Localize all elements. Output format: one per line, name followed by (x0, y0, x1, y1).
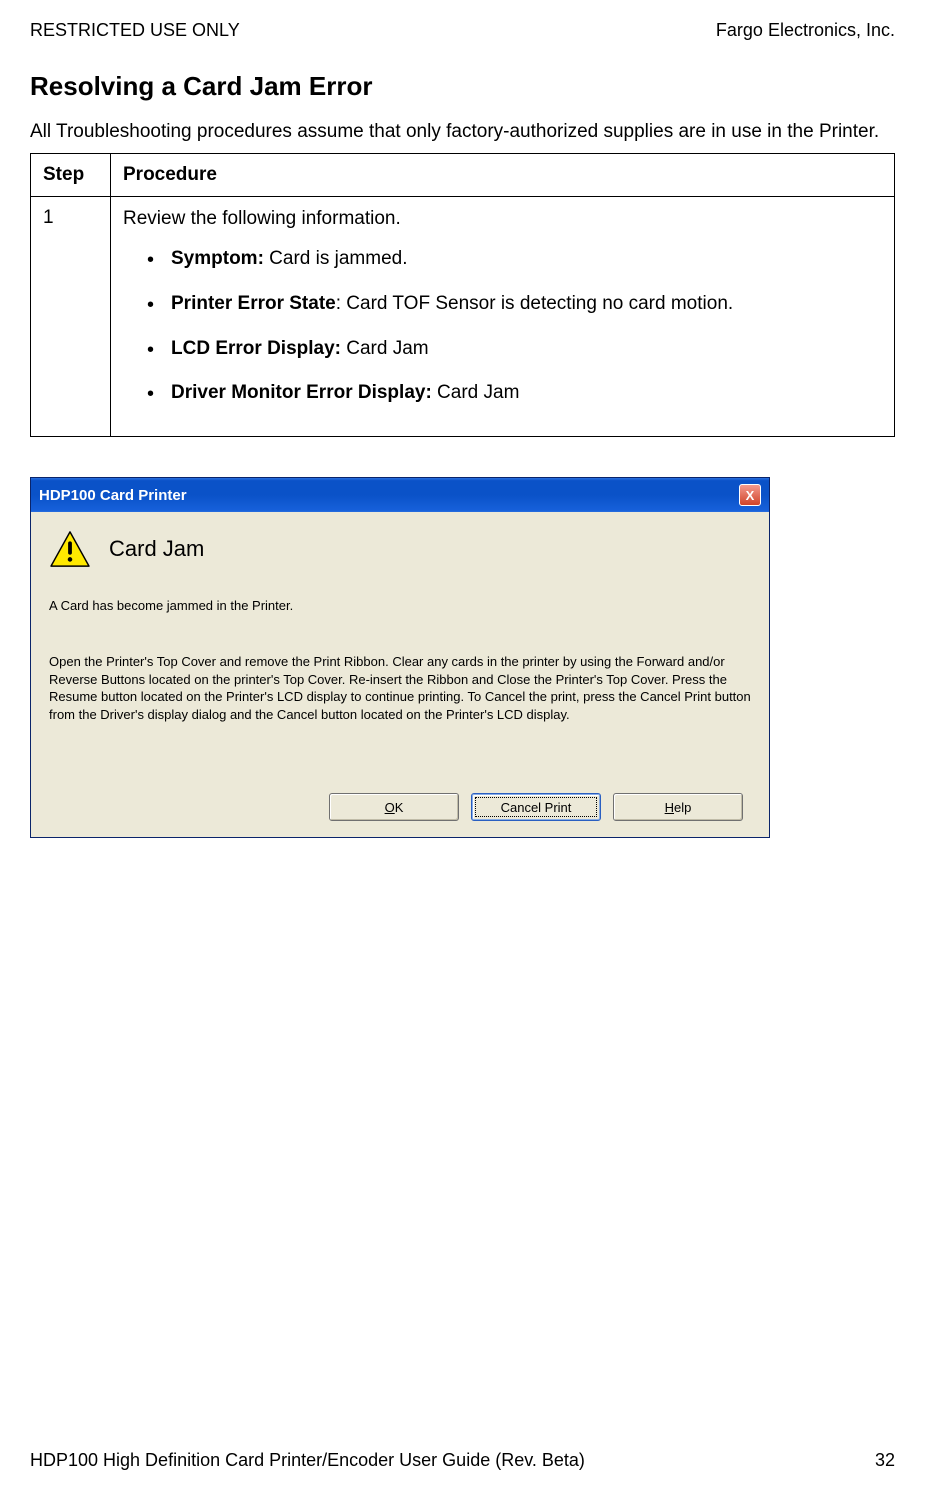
procedure-lead: Review the following information. (123, 207, 882, 232)
dialog-titlebar[interactable]: HDP100 Card Printer X (31, 478, 769, 512)
footer-text: HDP100 High Definition Card Printer/Enco… (30, 1450, 585, 1471)
dialog-body: Card Jam A Card has become jammed in the… (31, 512, 769, 837)
error-header: Card Jam (49, 530, 751, 568)
symptom-text: Card is jammed. (264, 248, 408, 269)
printer-error-state-text: : Card TOF Sensor is detecting no card m… (336, 293, 733, 314)
help-rest: elp (674, 800, 691, 815)
help-hotkey: H (665, 800, 674, 815)
col-step: Step (31, 153, 111, 196)
driver-monitor-label: Driver Monitor Error Display: (171, 382, 432, 403)
steps-table: Step Procedure 1 Review the following in… (30, 153, 895, 437)
list-item: Driver Monitor Error Display: Card Jam (147, 381, 882, 406)
cancel-print-label: Cancel Print (501, 800, 572, 815)
header-left: RESTRICTED USE ONLY (30, 20, 240, 41)
close-icon: X (746, 488, 755, 503)
dialog-title: HDP100 Card Printer (39, 487, 187, 504)
col-procedure: Procedure (111, 153, 895, 196)
error-long-text: Open the Printer's Top Cover and remove … (49, 653, 751, 723)
page-title: Resolving a Card Jam Error (30, 71, 895, 102)
list-item: LCD Error Display: Card Jam (147, 337, 882, 362)
lcd-error-label: LCD Error Display: (171, 338, 341, 359)
procedure-list: Symptom: Card is jammed. Printer Error S… (123, 247, 882, 406)
ok-hotkey: O (385, 800, 395, 815)
error-title: Card Jam (109, 536, 204, 562)
cancel-print-button[interactable]: Cancel Print (471, 793, 601, 821)
table-row: 1 Review the following information. Symp… (31, 196, 895, 436)
lcd-error-text: Card Jam (341, 338, 429, 359)
ok-button[interactable]: OK (329, 793, 459, 821)
page-header: RESTRICTED USE ONLY Fargo Electronics, I… (30, 20, 895, 41)
page-footer: HDP100 High Definition Card Printer/Enco… (30, 1450, 895, 1471)
error-short-text: A Card has become jammed in the Printer. (49, 598, 751, 613)
close-button[interactable]: X (739, 484, 761, 506)
page-number: 32 (875, 1450, 895, 1471)
header-right: Fargo Electronics, Inc. (716, 20, 895, 41)
printer-error-state-label: Printer Error State (171, 293, 336, 314)
table-header-row: Step Procedure (31, 153, 895, 196)
step-number: 1 (31, 196, 111, 436)
list-item: Printer Error State: Card TOF Sensor is … (147, 292, 882, 317)
help-button[interactable]: Help (613, 793, 743, 821)
procedure-cell: Review the following information. Sympto… (111, 196, 895, 436)
intro-text: All Troubleshooting procedures assume th… (30, 120, 895, 145)
button-row: OK Cancel Print Help (49, 793, 751, 821)
warning-icon (49, 530, 91, 568)
symptom-label: Symptom: (171, 248, 264, 269)
driver-monitor-text: Card Jam (432, 382, 520, 403)
error-dialog: HDP100 Card Printer X Card Jam A Card ha… (30, 477, 770, 838)
list-item: Symptom: Card is jammed. (147, 247, 882, 272)
ok-rest: K (395, 800, 404, 815)
